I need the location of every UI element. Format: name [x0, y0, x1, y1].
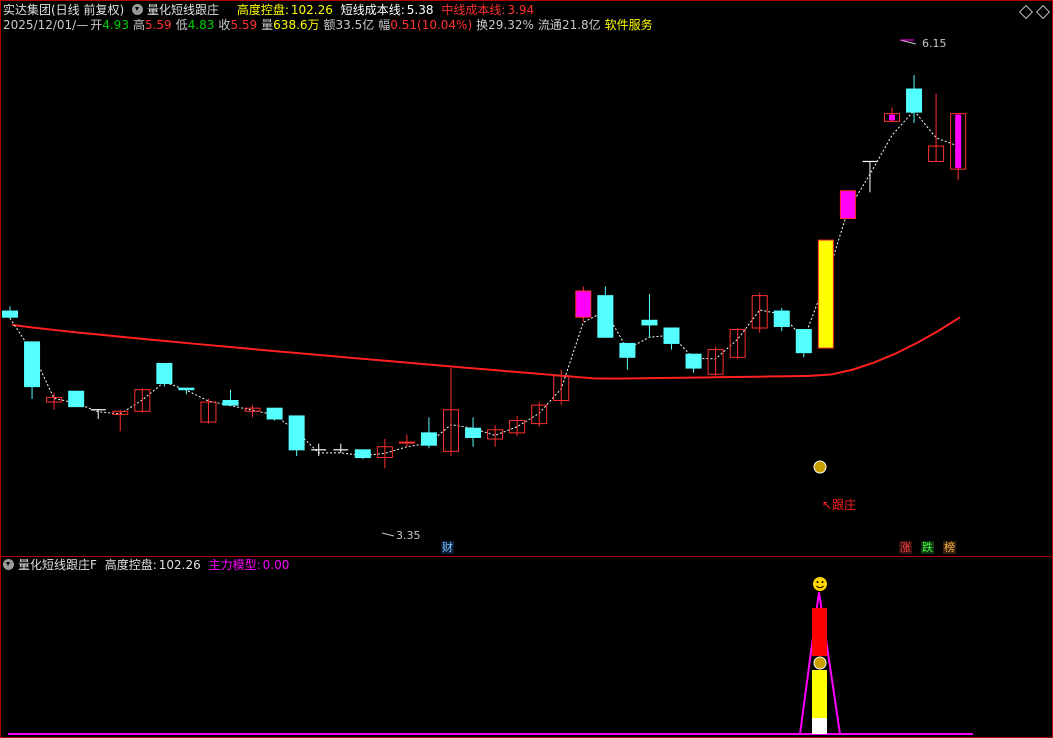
- change-label: 幅: [378, 18, 391, 32]
- candle-body: [685, 353, 702, 369]
- quote-date: 2025/12/01/—: [3, 18, 89, 32]
- candle-body: [773, 310, 790, 327]
- candle-inner: [955, 114, 962, 169]
- amount-label: 额: [323, 18, 336, 32]
- open-value: 4.93: [102, 18, 129, 32]
- kong-pan-label: 高度控盘:: [236, 3, 289, 17]
- gen-zhuang-label: ↖跟庄: [822, 498, 857, 512]
- short-cost-value: 5.38: [406, 3, 434, 17]
- sub-header: 量化短线跟庄F 高度控盘: 102.26 主力模型: 0.00: [3, 558, 293, 572]
- candle-body: [68, 390, 85, 408]
- sub-indicator-dropdown-icon[interactable]: [3, 559, 14, 570]
- short-cost-label: 短线成本线:: [340, 3, 405, 17]
- zhang-badge[interactable]: 涨: [899, 541, 912, 554]
- candle-body: [906, 88, 923, 113]
- candle-body: [156, 362, 173, 385]
- industry-label[interactable]: 软件服务: [605, 18, 653, 32]
- max-price-label: 6.15: [922, 37, 947, 50]
- cai-badge[interactable]: 财: [441, 541, 454, 554]
- sub-bar-white: [812, 718, 827, 734]
- min-arrow: [381, 532, 395, 537]
- turnover-value: 29.32%: [488, 18, 534, 32]
- vol-label: 量: [261, 18, 274, 32]
- mid-cost-label: 中线成本线:: [441, 3, 506, 17]
- main-model-value: 0.00: [262, 558, 290, 572]
- sub-kong-pan-value: 102.26: [158, 558, 201, 572]
- turnover-label: 换: [476, 18, 489, 32]
- candle-body: [663, 327, 680, 344]
- candle-body: [619, 342, 636, 358]
- candle-body: [24, 341, 41, 388]
- sub-bar-yellow: [812, 670, 827, 718]
- candle-body: [795, 329, 812, 354]
- high-label: 高: [132, 18, 145, 32]
- amount-value: 33.5亿: [335, 18, 375, 32]
- main-model-label: 主力模型:: [208, 558, 261, 572]
- chart-canvas: [2, 39, 973, 735]
- open-label: 开: [90, 18, 103, 32]
- candle-inner: [580, 292, 587, 317]
- change-value: 0.51(10.04%): [390, 18, 473, 32]
- candle-body: [420, 432, 437, 446]
- quote-line: 2025/12/01/— 开4.93 高5.59 低4.83 收5.59 量638.6万额…: [3, 18, 657, 32]
- candle-body: [398, 441, 415, 444]
- high-value: 5.59: [144, 18, 172, 32]
- low-value: 4.83: [187, 18, 215, 32]
- candle-body: [641, 319, 658, 326]
- kong-pan-value: 102.26: [290, 3, 333, 17]
- close-value: 5.59: [230, 18, 258, 32]
- close-label: 收: [218, 18, 231, 32]
- low-label: 低: [175, 18, 188, 32]
- mid-cost-value: 3.94: [507, 3, 535, 17]
- smiley-eye: [816, 581, 819, 583]
- candle-inner: [844, 191, 851, 218]
- short-cost-line: [9, 109, 959, 456]
- candle-body: [817, 239, 834, 349]
- candle-body: [597, 295, 614, 338]
- sub-bar-red: [812, 608, 827, 656]
- min-price-label: 3.35: [396, 529, 421, 542]
- indicator-dropdown-icon[interactable]: [132, 4, 144, 15]
- candle-body: [2, 310, 18, 318]
- candle-body: [178, 387, 195, 391]
- sub-kong-pan-label: 高度控盘:: [104, 558, 157, 572]
- float-value: 21.8亿: [561, 18, 601, 32]
- sub-money-bag-icon: [813, 656, 827, 670]
- candle-body: [266, 407, 283, 420]
- main-header: 实达集团(日线 前复权) 量化短线跟庄 高度控盘: 102.26 短线成本线: 5.…: [3, 3, 538, 17]
- max-arrow: [899, 39, 917, 45]
- candle-inner: [889, 114, 895, 121]
- bang-badge[interactable]: 榜: [943, 541, 956, 554]
- indicator-name[interactable]: 量化短线跟庄: [147, 3, 219, 17]
- die-badge[interactable]: 跌: [921, 541, 934, 554]
- sub-indicator-name[interactable]: 量化短线跟庄F: [18, 558, 97, 572]
- vol-value: 638.6万: [273, 18, 320, 32]
- candle-body: [354, 449, 371, 459]
- candle-body: [465, 427, 482, 438]
- smiley-icon: [813, 577, 827, 591]
- float-label: 流通: [537, 18, 562, 32]
- smiley-eye: [821, 581, 824, 583]
- candle-body: [222, 399, 239, 406]
- candle-body: [288, 415, 305, 451]
- money-bag-icon: [813, 460, 827, 474]
- stock-name[interactable]: 实达集团(日线 前复权): [3, 3, 124, 17]
